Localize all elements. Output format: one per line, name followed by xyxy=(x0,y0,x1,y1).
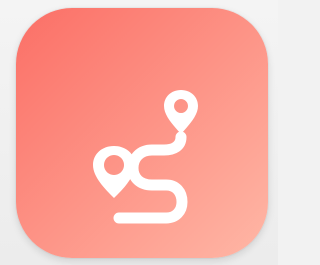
route-map-icon xyxy=(16,8,268,258)
route-app-icon[interactable] xyxy=(16,8,268,258)
icon-canvas xyxy=(0,0,278,265)
